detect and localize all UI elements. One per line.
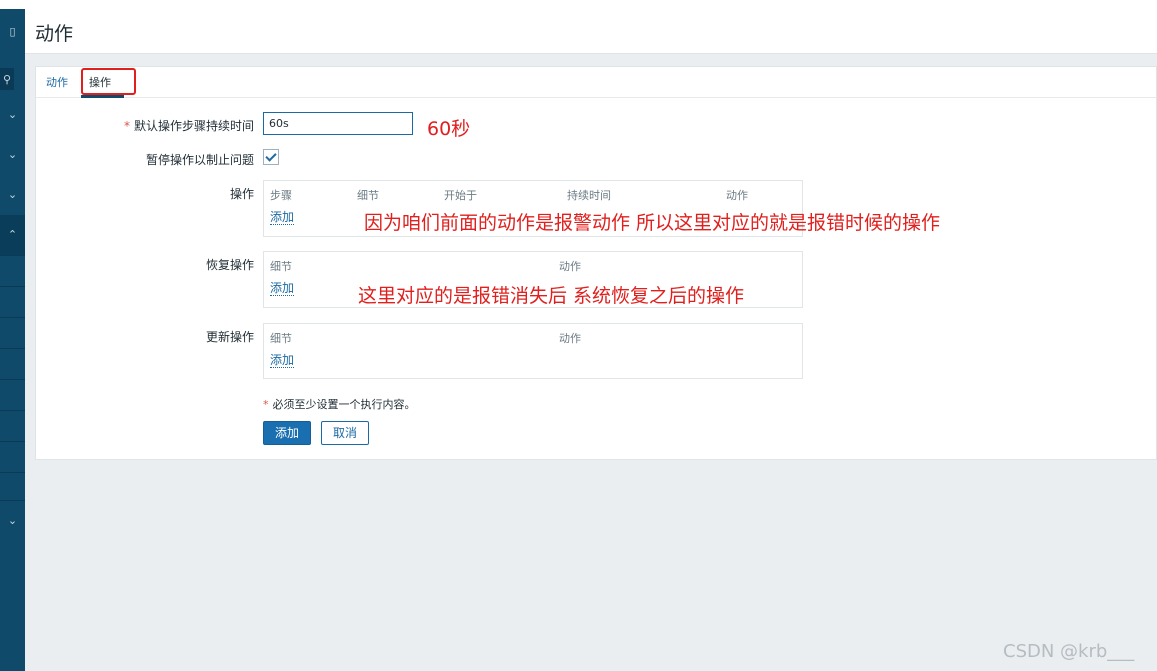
column-header: 细节 — [357, 189, 379, 202]
sidebar-divider — [0, 317, 25, 318]
dashboard-icon[interactable]: ▯ — [0, 25, 25, 39]
page-header: 动作 — [25, 9, 1157, 54]
operations-label: 操作 — [229, 187, 254, 201]
column-header: 细节 — [270, 332, 292, 345]
add-button[interactable]: 添加 — [263, 421, 311, 445]
pause-operations-label: 暂停操作以制止问题 — [145, 153, 254, 167]
cancel-button[interactable]: 取消 — [321, 421, 369, 445]
annotation-operations: 因为咱们前面的动作是报警动作 所以这里对应的就是报错时候的操作 — [364, 212, 941, 234]
sidebar: ▯ ⚲ ⌄ ⌄ ⌄ ⌃ ⌄ — [0, 9, 25, 671]
highlight-box — [81, 68, 136, 95]
recovery-operations-label: 恢复操作 — [205, 258, 254, 272]
chevron-down-icon[interactable]: ⌄ — [0, 188, 25, 202]
sidebar-divider — [0, 348, 25, 349]
default-duration-input[interactable] — [263, 112, 413, 135]
column-header: 持续时间 — [567, 189, 611, 202]
column-header: 步骤 — [270, 189, 292, 202]
add-update-operation-link[interactable]: 添加 — [270, 353, 295, 368]
chevron-down-icon[interactable]: ⌄ — [0, 514, 25, 528]
required-note: * 必须至少设置一个执行内容。 — [263, 398, 416, 411]
default-duration-label: * 默认操作步骤持续时间 — [123, 119, 254, 133]
search-icon[interactable]: ⚲ — [0, 73, 14, 87]
column-header: 开始于 — [444, 189, 477, 202]
tab-action[interactable]: 动作 — [46, 74, 68, 90]
chevron-up-icon[interactable]: ⌃ — [0, 228, 25, 242]
column-header: 细节 — [270, 260, 292, 273]
tab-bar: 动作 操作 — [36, 67, 1157, 98]
add-operation-link[interactable]: 添加 — [270, 210, 295, 225]
pause-operations-checkbox[interactable] — [263, 149, 279, 165]
column-header: 动作 — [726, 189, 748, 202]
column-header: 动作 — [559, 332, 581, 345]
sidebar-divider — [0, 379, 25, 380]
sidebar-divider — [0, 410, 25, 411]
sidebar-divider — [0, 441, 25, 442]
chevron-down-icon[interactable]: ⌄ — [0, 108, 25, 122]
annotation-recovery: 这里对应的是报错消失后 系统恢复之后的操作 — [358, 285, 745, 307]
page-title: 动作 — [35, 23, 74, 45]
update-operations-label: 更新操作 — [205, 330, 254, 344]
sidebar-divider — [0, 255, 25, 256]
sidebar-divider — [0, 500, 25, 501]
required-mark: * — [123, 119, 130, 133]
update-operations-table: 细节 动作 添加 — [263, 323, 803, 379]
sidebar-divider — [0, 472, 25, 473]
required-mark: * — [263, 398, 269, 411]
column-header: 动作 — [559, 260, 581, 273]
sidebar-divider — [0, 286, 25, 287]
chevron-down-icon[interactable]: ⌄ — [0, 148, 25, 162]
annotation-duration: 60秒 — [427, 118, 471, 140]
active-tab-indicator — [81, 95, 124, 98]
add-recovery-operation-link[interactable]: 添加 — [270, 281, 295, 296]
watermark: CSDN @krb___ — [1003, 641, 1135, 662]
